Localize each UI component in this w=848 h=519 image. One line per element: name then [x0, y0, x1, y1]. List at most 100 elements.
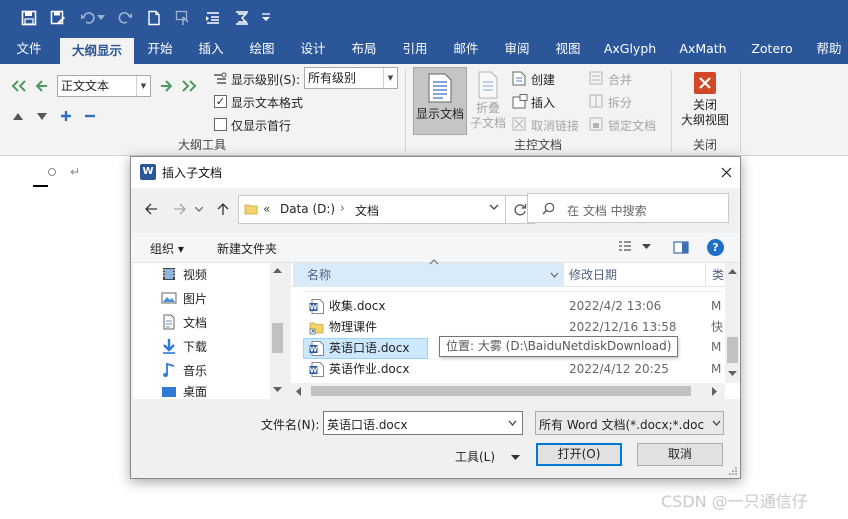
scroll-down-icon[interactable] — [728, 371, 737, 377]
address-segment-folder[interactable]: 文档 — [355, 202, 379, 219]
close-icon[interactable] — [716, 162, 736, 182]
nav-item-pictures[interactable]: 图片 — [161, 287, 207, 309]
close-outline-view-button[interactable]: 关闭 大纲视图 — [676, 72, 734, 138]
scroll-up-icon[interactable] — [728, 269, 737, 275]
show-level-combo[interactable]: 所有级别 ▼ — [304, 67, 398, 89]
promote-icon[interactable] — [33, 77, 51, 95]
up-folder-icon[interactable] — [212, 198, 234, 220]
save-icon[interactable] — [18, 7, 40, 29]
scroll-down-icon[interactable] — [273, 387, 282, 393]
scroll-right-icon[interactable] — [712, 387, 718, 396]
tab-outline[interactable]: 大纲显示 — [60, 38, 134, 64]
chevron-down-icon[interactable] — [550, 272, 559, 278]
forward-icon[interactable] — [169, 198, 191, 220]
show-text-format-checkbox[interactable]: ✓ — [214, 95, 227, 108]
chevron-down-icon[interactable] — [508, 420, 517, 426]
filename-input[interactable]: 英语口语.docx — [323, 411, 523, 435]
file-list-vscrollbar[interactable] — [725, 263, 740, 383]
new-folder-button[interactable]: 新建文件夹 — [217, 240, 277, 257]
tools-button[interactable]: 工具(L) — [455, 446, 520, 469]
nav-scrollbar[interactable] — [270, 263, 285, 399]
save-as-icon[interactable] — [47, 7, 69, 29]
nav-item-documents[interactable]: 文档 — [161, 311, 207, 333]
tab-mailings[interactable]: 邮件 — [444, 36, 488, 64]
first-line-only-checkbox[interactable] — [214, 118, 227, 131]
search-input[interactable]: 在 文档 中搜索 — [567, 202, 647, 219]
list-item-selected[interactable]: W 英语口语.docx — [303, 338, 428, 359]
file-list-scroll-thumb[interactable] — [727, 337, 738, 363]
tab-zotero[interactable]: Zotero — [744, 36, 800, 64]
h-scroll-thumb[interactable] — [311, 386, 691, 396]
expand-icon[interactable] — [57, 107, 75, 125]
tab-help[interactable]: 帮助 — [810, 36, 848, 64]
tab-draw[interactable]: 绘图 — [240, 36, 284, 64]
insert-subdoc-button[interactable]: 插入 — [531, 94, 555, 111]
tab-review[interactable]: 审阅 — [495, 36, 539, 64]
nav-item-downloads[interactable]: 下载 — [161, 335, 207, 357]
promote-to-heading1-icon[interactable] — [10, 77, 28, 95]
tab-axglyph[interactable]: AxGlyph — [599, 36, 661, 64]
organize-button[interactable]: 组织 ▾ — [150, 240, 184, 257]
create-button[interactable]: 创建 — [531, 71, 555, 88]
cancel-button[interactable]: 取消 — [637, 443, 723, 466]
touch-mode-icon[interactable] — [172, 7, 194, 29]
scroll-up-icon[interactable] — [273, 268, 282, 274]
file-list: 名称 修改日期 类 W 收集.docx 2022/4/2 13:06 M 物理课… — [291, 259, 740, 399]
tab-insert[interactable]: 插入 — [189, 36, 233, 64]
lock-document-button[interactable]: 锁定文档 — [608, 117, 656, 134]
split-button[interactable]: 拆分 — [608, 94, 632, 111]
column-name-header[interactable] — [293, 263, 563, 287]
chevron-down-icon[interactable] — [708, 412, 723, 434]
demote-icon[interactable] — [157, 77, 175, 95]
outline-level-combo[interactable]: 正文文本 ▼ — [57, 75, 151, 97]
nav-item-desktop[interactable]: 桌面 — [161, 383, 207, 399]
collapse-subdocuments-button[interactable]: 折叠 子文档 — [468, 70, 508, 138]
scroll-left-icon[interactable] — [296, 387, 302, 396]
chevron-down-icon[interactable] — [642, 244, 651, 250]
tab-references[interactable]: 引用 — [393, 36, 437, 64]
tab-file[interactable]: 文件 — [6, 36, 52, 64]
outline-level-icon[interactable] — [231, 7, 253, 29]
show-document-button[interactable]: 显示文档 — [413, 67, 467, 135]
collapse-icon[interactable] — [81, 107, 99, 125]
list-item[interactable]: 物理课件 2022/12/16 13:58 快 — [303, 317, 723, 338]
tab-design[interactable]: 设计 — [291, 36, 335, 64]
more-icon[interactable] — [259, 7, 273, 29]
undo-dropdown-icon[interactable] — [96, 7, 106, 29]
list-item[interactable]: W 英语作业.docx 2022/4/12 20:25 M — [303, 359, 721, 380]
chevron-down-icon[interactable] — [489, 203, 499, 211]
unlink-button[interactable]: 取消链接 — [531, 117, 579, 134]
nav-scroll-thumb[interactable] — [272, 323, 283, 353]
column-date-label[interactable]: 修改日期 — [569, 263, 617, 287]
promote-icon[interactable] — [202, 7, 224, 29]
tab-view[interactable]: 视图 — [546, 36, 590, 64]
view-options-icon[interactable] — [618, 241, 634, 253]
merge-button[interactable]: 合并 — [608, 71, 632, 88]
new-doc-icon[interactable] — [143, 7, 165, 29]
open-button[interactable]: 打开(O) — [536, 443, 622, 466]
chevron-down-icon[interactable]: ▼ — [136, 76, 150, 96]
help-icon[interactable]: ? — [707, 239, 724, 256]
tab-home[interactable]: 开始 — [138, 36, 182, 64]
preview-pane-icon[interactable] — [673, 241, 689, 254]
search-box[interactable]: 在 文档 中搜索 — [527, 193, 729, 223]
redo-icon[interactable] — [114, 7, 136, 29]
demote-to-body-icon[interactable] — [180, 77, 198, 95]
move-down-icon[interactable] — [33, 108, 51, 126]
back-icon[interactable] — [140, 198, 162, 220]
address-overflow[interactable]: « — [263, 202, 270, 216]
address-bar[interactable]: « Data (D:) › 文档 — [238, 195, 506, 224]
file-list-hscrollbar[interactable] — [291, 383, 725, 399]
column-type-label[interactable]: 类 — [712, 263, 724, 287]
chevron-down-icon[interactable]: ▼ — [383, 68, 397, 88]
move-up-icon[interactable] — [9, 108, 27, 126]
nav-item-music[interactable]: 音乐 — [161, 359, 207, 381]
resize-grip-icon[interactable] — [728, 466, 738, 476]
list-item[interactable]: W 收集.docx 2022/4/2 13:06 M — [303, 296, 721, 317]
tab-layout[interactable]: 布局 — [342, 36, 386, 64]
filetype-select[interactable]: 所有 Word 文档(*.docx;*.doc — [535, 411, 724, 435]
recent-locations-icon[interactable] — [192, 198, 206, 220]
nav-item-videos[interactable]: 视频 — [161, 263, 207, 285]
address-segment-drive[interactable]: Data (D:) — [280, 202, 335, 216]
tab-axmath[interactable]: AxMath — [673, 36, 733, 64]
